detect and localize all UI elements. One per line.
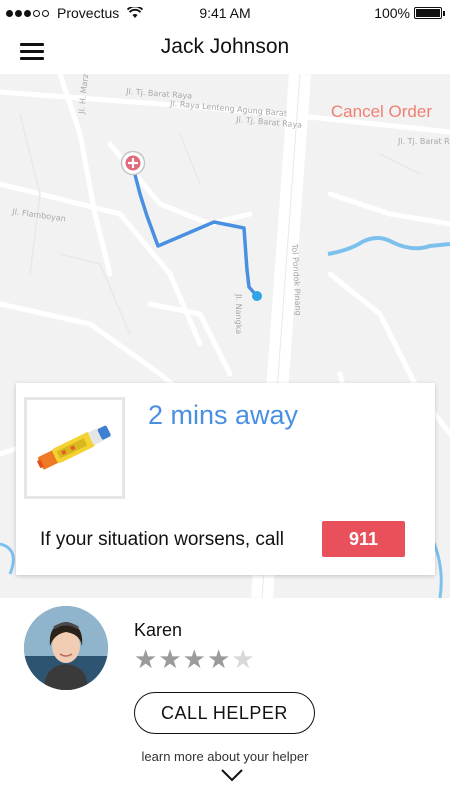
svg-text:Jl. Tj. Barat Raya: Jl. Tj. Barat Raya <box>397 137 450 146</box>
star-empty-icon: ★ <box>231 644 255 674</box>
star-filled-icon: ★ <box>182 644 206 674</box>
svg-text:Jl. Raya Lenteng Agung Barat: Jl. Raya Lenteng Agung Barat <box>169 99 288 118</box>
eta-text: 2 mins away <box>148 400 299 430</box>
helper-name: Karen <box>134 620 183 640</box>
status-bar: Provectus 9:41 AM 100% <box>0 0 450 26</box>
helper-avatar <box>24 606 108 690</box>
header: Jack Johnson <box>0 26 450 72</box>
epipen-icon <box>37 425 111 470</box>
svg-text:Jl. Tj. Barat Raya: Jl. Tj. Barat Raya <box>125 87 193 101</box>
page-title: Jack Johnson <box>160 35 290 58</box>
star-filled-icon: ★ <box>134 644 158 674</box>
cancel-order-button[interactable]: Cancel Order <box>331 102 432 122</box>
svg-text:Jl. Nangka: Jl. Nangka <box>234 293 243 334</box>
svg-text:Jl. H. Marzuki: Jl. H. Marzuki <box>77 74 91 115</box>
worsen-warning-text: If your situation worsens, call <box>40 529 284 550</box>
battery-percent: 100% <box>374 5 410 21</box>
delivery-card: 2 mins away If your situation worsens, c… <box>16 383 435 575</box>
helper-panel: Karen ★ ★ ★ ★ ★ CALL HELPER learn more about… <box>0 598 450 800</box>
star-filled-icon: ★ <box>158 644 182 674</box>
helper-location-dot-icon <box>252 291 262 301</box>
call-911-button[interactable]: 911 <box>322 521 405 557</box>
status-right: 100% <box>374 5 445 21</box>
learn-more-link[interactable]: learn more about your helper <box>0 749 450 764</box>
chevron-down-icon[interactable] <box>220 768 244 782</box>
star-filled-icon: ★ <box>206 644 231 674</box>
call-helper-button[interactable]: CALL HELPER <box>134 692 315 734</box>
helper-photo-icon <box>24 606 108 690</box>
product-image <box>24 397 125 499</box>
battery-icon <box>414 7 445 19</box>
helper-rating: ★ ★ ★ ★ ★ <box>134 646 255 672</box>
destination-marker-icon[interactable] <box>120 150 146 176</box>
